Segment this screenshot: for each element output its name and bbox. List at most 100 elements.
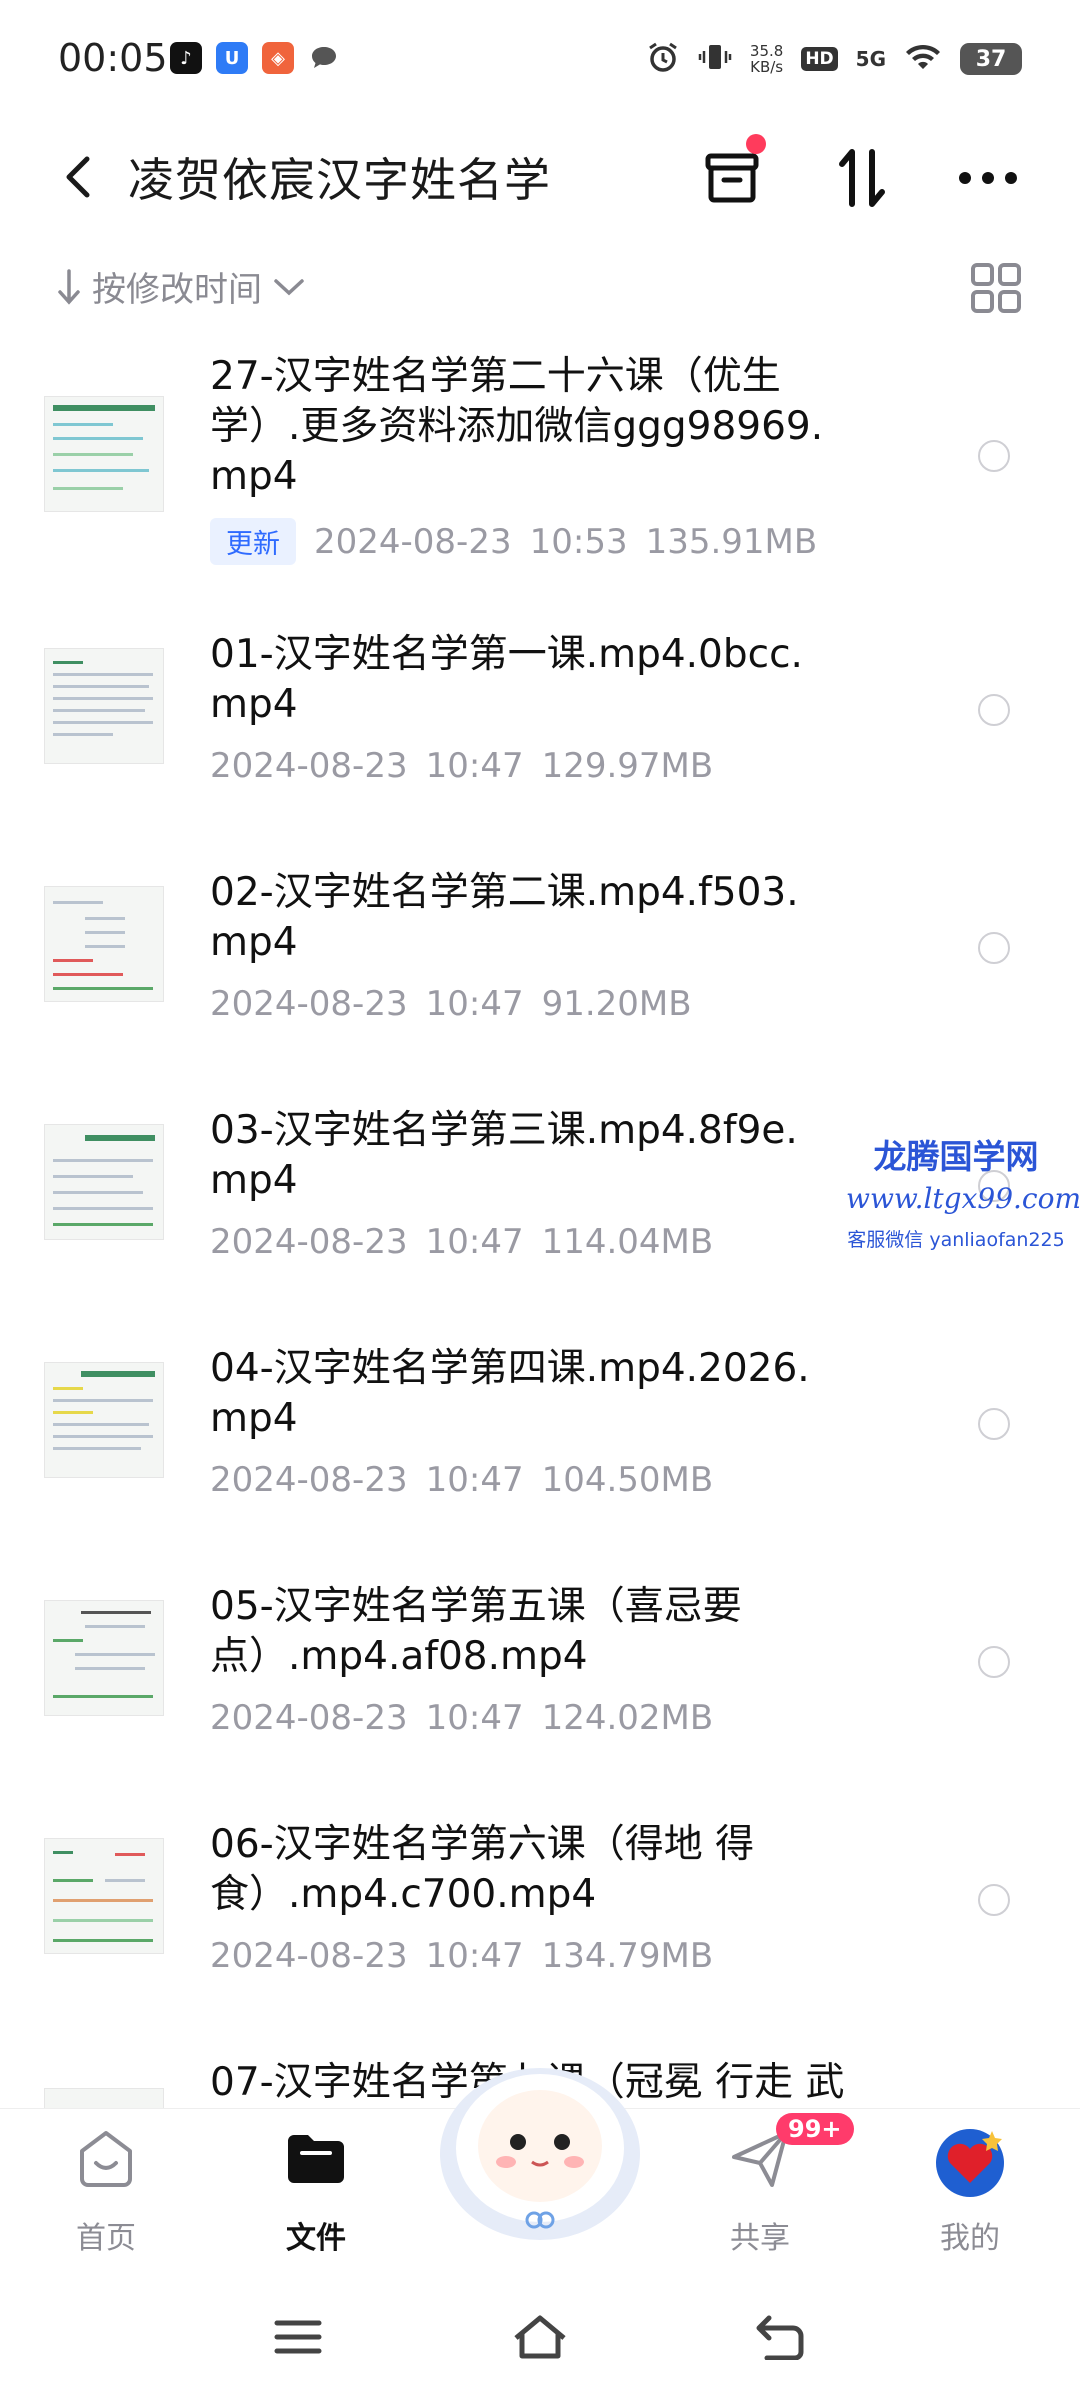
more-button[interactable]: [948, 138, 1028, 218]
file-date: 2024-08-23: [210, 1698, 408, 1738]
nav-files[interactable]: 文件: [236, 2109, 396, 2279]
home-button[interactable]: [500, 2302, 580, 2372]
home-icon: [74, 2127, 138, 2191]
file-row[interactable]: 01-汉字姓名学第一课.mp4.0bcc.mp4 2024-08-23 10:4…: [0, 630, 1080, 840]
video-thumbnail: [44, 1600, 164, 1716]
video-thumbnail: [44, 1124, 164, 1240]
archive-box-icon: [705, 153, 759, 203]
file-size: 135.91MB: [645, 521, 818, 562]
grid-view-button[interactable]: [968, 260, 1024, 316]
file-time: 10:47: [425, 1698, 524, 1738]
video-thumbnail: [44, 396, 164, 512]
message-icon: [308, 42, 340, 74]
file-meta: 2024-08-23 10:47 129.97MB: [210, 746, 713, 786]
select-checkbox[interactable]: [978, 1884, 1010, 1916]
sort-order-button[interactable]: [822, 138, 902, 218]
share-count-badge: 99+: [776, 2113, 854, 2145]
file-meta: 2024-08-23 10:47 114.04MB: [210, 1222, 713, 1262]
file-date: 2024-08-23: [210, 984, 408, 1024]
header: 凌贺依宸汉字姓名学: [0, 120, 1080, 240]
file-time: 10:47: [425, 1936, 524, 1976]
alarm-icon: [646, 40, 680, 78]
app-shop-icon: ◈: [262, 42, 294, 74]
sort-label: 按修改时间: [92, 270, 262, 310]
screen: 00:05 ♪ U ◈ 35.8 KB/s HD 5G 37 凌贺依宸汉字姓名学…: [0, 0, 1080, 2400]
file-date: 2024-08-23: [210, 746, 408, 786]
file-row[interactable]: 05-汉字姓名学第五课（喜忌要点）.mp4.af08.mp4 2024-08-2…: [0, 1582, 1080, 1792]
file-time: 10:47: [425, 1460, 524, 1500]
nav-mine[interactable]: 我的: [890, 2109, 1050, 2279]
down-arrow-icon: [58, 268, 80, 305]
file-meta: 更新 2024-08-23 10:53 135.91MB: [210, 518, 817, 565]
net-speed-unit: KB/s: [750, 58, 784, 76]
file-date: 2024-08-23: [210, 1460, 408, 1500]
status-right: 35.8 KB/s HD 5G 37: [646, 40, 1022, 78]
file-row[interactable]: 27-汉字姓名学第二十六课（优生学）.更多资料添加微信ggg98969.mp4 …: [0, 340, 1080, 580]
folder-icon: [284, 2127, 348, 2191]
file-row[interactable]: 06-汉字姓名学第六课（得地 得食）.mp4.c700.mp4 2024-08-…: [0, 1820, 1080, 2030]
back-button[interactable]: [48, 142, 108, 212]
video-thumbnail: [44, 1838, 164, 1954]
battery-indicator: 37: [960, 43, 1022, 75]
file-size: 124.02MB: [541, 1698, 714, 1738]
file-name: 27-汉字姓名学第二十六课（优生学）.更多资料添加微信ggg98969.mp4: [210, 354, 824, 499]
nav-share[interactable]: 99+ 共享: [680, 2109, 854, 2279]
nav-files-label: 文件: [286, 2221, 346, 2256]
file-time: 10:47: [425, 984, 524, 1024]
file-time: 10:47: [425, 1222, 524, 1262]
file-date: 2024-08-23: [210, 1936, 408, 1976]
select-checkbox[interactable]: [978, 440, 1010, 472]
select-checkbox[interactable]: [978, 1646, 1010, 1678]
file-meta: 2024-08-23 10:47 124.02MB: [210, 1698, 713, 1738]
notification-dot: [746, 134, 766, 154]
video-thumbnail: [44, 1362, 164, 1478]
select-checkbox[interactable]: [978, 1408, 1010, 1440]
select-checkbox[interactable]: [978, 694, 1010, 726]
system-nav-bar: [0, 2278, 1080, 2400]
file-meta: 2024-08-23 10:47 134.79MB: [210, 1936, 713, 1976]
file-name: 04-汉字姓名学第四课.mp4.2026.mp4: [210, 1346, 810, 1441]
notification-icons: ♪ U ◈: [170, 42, 340, 74]
file-size: 134.79MB: [541, 1936, 714, 1976]
video-thumbnail: [44, 886, 164, 1002]
transfer-button[interactable]: [692, 134, 772, 218]
file-row[interactable]: 04-汉字姓名学第四课.mp4.2026.mp4 2024-08-23 10:4…: [0, 1344, 1080, 1554]
status-time: 00:05: [58, 36, 168, 80]
file-size: 114.04MB: [541, 1222, 714, 1262]
watermark-contact: 客服微信 yanliaofan225: [847, 1229, 1065, 1251]
recent-apps-button[interactable]: [258, 2302, 338, 2372]
file-date: 2024-08-23: [210, 1222, 408, 1262]
net-speed: 35.8 KB/s: [750, 43, 783, 75]
return-icon: [756, 2315, 804, 2360]
file-row[interactable]: 02-汉字姓名学第二课.mp4.f503.mp4 2024-08-23 10:4…: [0, 868, 1080, 1078]
file-size: 129.97MB: [541, 746, 714, 786]
astronaut-mascot-icon: [440, 2068, 640, 2240]
watermark-url: www.ltgx99.com: [846, 1182, 1080, 1215]
sort-arrows-icon: [839, 149, 885, 207]
file-meta: 2024-08-23 10:47 91.20MB: [210, 984, 692, 1024]
video-thumbnail: [44, 648, 164, 764]
home-house-icon: [514, 2315, 566, 2359]
assistant-mascot-button[interactable]: [434, 2050, 646, 2250]
back-arrow-icon: [66, 156, 90, 198]
video-thumbnail: [44, 2088, 164, 2108]
nav-home[interactable]: 首页: [26, 2109, 186, 2279]
update-badge: 更新: [210, 518, 296, 565]
vibrate-icon: [698, 40, 732, 78]
hd-badge: HD: [801, 47, 838, 71]
system-back-button[interactable]: [740, 2302, 820, 2372]
select-checkbox[interactable]: [978, 932, 1010, 964]
nav-share-label: 共享: [730, 2221, 790, 2256]
file-time: 10:53: [529, 521, 628, 562]
watermark: 龙腾国学网 www.ltgx99.com 客服微信 yanliaofan225: [846, 1130, 1080, 1252]
file-size: 91.20MB: [541, 984, 692, 1024]
more-dots-icon: [959, 172, 1017, 184]
file-size: 104.50MB: [541, 1460, 714, 1500]
file-meta: 2024-08-23 10:47 104.50MB: [210, 1460, 713, 1500]
sort-by-modified-toggle[interactable]: 按修改时间: [56, 262, 306, 311]
wifi-icon: [904, 42, 942, 76]
chevron-down-icon: [274, 278, 304, 295]
status-bar: 00:05 ♪ U ◈ 35.8 KB/s HD 5G 37: [0, 0, 1080, 120]
tiktok-icon: ♪: [170, 42, 202, 74]
app-u-icon: U: [216, 42, 248, 74]
